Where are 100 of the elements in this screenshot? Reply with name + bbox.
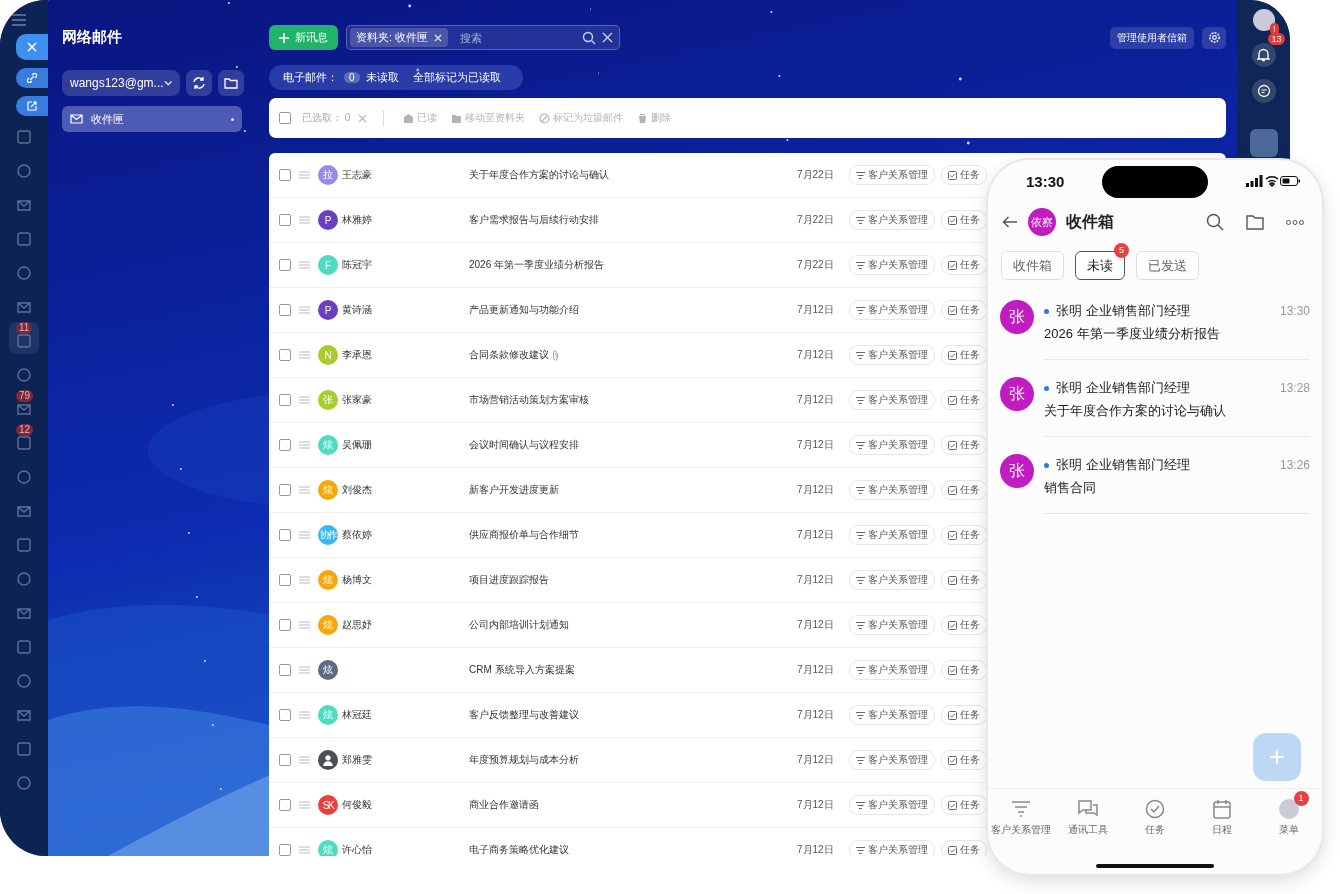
row-checkbox[interactable] [279, 619, 291, 631]
crm-tag[interactable]: 客户关系管理 [849, 570, 935, 590]
nav-item[interactable]: 11 [9, 322, 39, 354]
nav-item[interactable]: 79 [9, 390, 39, 422]
drag-handle-icon[interactable] [299, 531, 310, 539]
folder-icon[interactable] [1246, 214, 1264, 230]
task-tag[interactable]: 任务 [941, 165, 987, 185]
message-subject[interactable]: 客户需求报告与后续行动安排 [469, 213, 599, 227]
crm-tag[interactable]: 客户关系管理 [849, 480, 935, 500]
mark-all-read-link[interactable]: 全部标记为已读取 [412, 70, 509, 85]
refresh-button[interactable] [186, 70, 212, 96]
clear-icon[interactable] [602, 32, 613, 43]
drag-handle-icon[interactable] [299, 306, 310, 314]
crm-tag[interactable]: 客户关系管理 [849, 165, 935, 185]
crm-tag[interactable]: 客户关系管理 [849, 345, 935, 365]
drag-handle-icon[interactable] [299, 756, 310, 764]
row-checkbox[interactable] [279, 439, 291, 451]
row-checkbox[interactable] [279, 259, 291, 271]
tab-bar-item[interactable]: 1 菜单 [1255, 789, 1322, 851]
row-checkbox[interactable] [279, 169, 291, 181]
crm-tag[interactable]: 客户关系管理 [849, 840, 935, 856]
message-subject[interactable]: 市场营销活动策划方案审核 [469, 393, 589, 407]
drag-handle-icon[interactable] [299, 216, 310, 224]
row-checkbox[interactable] [279, 304, 291, 316]
crm-tag[interactable]: 客户关系管理 [849, 300, 935, 320]
drag-handle-icon[interactable] [299, 396, 310, 404]
manage-mailbox-button[interactable]: 管理使用者信箱 [1110, 26, 1194, 49]
settings-button[interactable] [1202, 26, 1226, 49]
user-avatar[interactable] [1252, 9, 1275, 31]
more-icon[interactable] [1286, 219, 1304, 225]
drag-handle-icon[interactable] [299, 666, 310, 674]
message-subject[interactable]: 销售合同 [1044, 479, 1310, 497]
inbox-folder[interactable]: 收件匣 [62, 106, 242, 132]
message-subject[interactable]: 客户反馈整理与改善建议 [469, 708, 579, 722]
crm-tag[interactable]: 客户关系管理 [849, 795, 935, 815]
tab-bar-item[interactable]: 通讯工具 [1054, 789, 1122, 851]
tab-bar-item[interactable]: 日程 [1188, 789, 1256, 851]
drag-handle-icon[interactable] [299, 441, 310, 449]
row-checkbox[interactable] [279, 799, 291, 811]
row-checkbox[interactable] [279, 664, 291, 676]
drag-handle-icon[interactable] [299, 711, 310, 719]
folder-filter-chip[interactable]: 资料夹: 收件匣 [350, 28, 449, 47]
task-tag[interactable]: 任务 [941, 840, 987, 856]
crm-tag[interactable]: 客户关系管理 [849, 255, 935, 275]
filter-tab[interactable]: 收件箱 [1001, 251, 1064, 280]
select-all-checkbox[interactable] [279, 112, 291, 124]
link-button[interactable] [16, 68, 48, 88]
crm-tag[interactable]: 客户关系管理 [849, 615, 935, 635]
row-checkbox[interactable] [279, 754, 291, 766]
close-icon[interactable] [434, 33, 443, 42]
message-subject[interactable]: 会议时间确认与议程安排 [469, 438, 579, 452]
drag-handle-icon[interactable] [299, 351, 310, 359]
account-avatar[interactable]: 依察 [1028, 208, 1056, 236]
chat-button[interactable] [1251, 79, 1276, 103]
message-subject[interactable]: 关于年度合作方案的讨论与确认 [469, 168, 609, 182]
search-icon[interactable] [582, 30, 596, 45]
drag-handle-icon[interactable] [299, 171, 310, 179]
message-subject[interactable]: 合同条款修改建议 [469, 348, 549, 362]
drag-handle-icon[interactable] [299, 801, 310, 809]
message-subject[interactable]: 新客户开发进度更新 [469, 483, 559, 497]
message-subject[interactable]: 电子商务策略优化建议 [469, 843, 569, 856]
drag-handle-icon[interactable] [299, 846, 310, 854]
external-link-button[interactable] [16, 96, 48, 116]
message-subject[interactable]: 产品更新通知与功能介绍 [469, 303, 579, 317]
search-field[interactable]: 资料夹: 收件匣 搜索 [346, 25, 620, 50]
row-checkbox[interactable] [279, 529, 291, 541]
row-checkbox[interactable] [279, 484, 291, 496]
search-icon[interactable] [1206, 213, 1224, 231]
drag-handle-icon[interactable] [299, 261, 310, 269]
message-subject[interactable]: 项目进度跟踪报告 [469, 573, 549, 587]
contact-avatar[interactable] [1249, 129, 1278, 157]
close-button[interactable] [16, 34, 48, 60]
row-checkbox[interactable] [279, 709, 291, 721]
message-subject[interactable]: 年度预算规划与成本分析 [469, 753, 579, 767]
message-subject[interactable]: 供应商报价单与合作细节 [469, 528, 579, 542]
account-dropdown[interactable]: wangs123@gm... [62, 70, 180, 96]
row-checkbox[interactable] [279, 574, 291, 586]
crm-tag[interactable]: 客户关系管理 [849, 210, 935, 230]
menu-icon[interactable] [12, 14, 26, 26]
back-icon[interactable] [1002, 216, 1018, 228]
row-checkbox[interactable] [279, 214, 291, 226]
notifications-button[interactable] [1251, 43, 1276, 67]
drag-handle-icon[interactable] [299, 621, 310, 629]
tab-bar-item[interactable]: 客户关系管理 [988, 789, 1055, 851]
row-checkbox[interactable] [279, 394, 291, 406]
tab-bar-item[interactable]: 任务 [1121, 789, 1189, 851]
clear-selection-icon[interactable] [358, 113, 368, 123]
message-subject[interactable]: 商业合作邀请函 [469, 798, 539, 812]
message-subject[interactable]: CRM 系统导入方案提案 [469, 663, 575, 677]
crm-tag[interactable]: 客户关系管理 [849, 705, 935, 725]
nav-item[interactable]: 12 [9, 424, 39, 456]
message-subject[interactable]: 2026 年第一季度业绩分析报告 [1044, 325, 1310, 343]
crm-tag[interactable]: 客户关系管理 [849, 390, 935, 410]
message-subject[interactable]: 公司内部培训计划通知 [469, 618, 569, 632]
message-subject[interactable]: 关于年度合作方案的讨论与确认 [1044, 402, 1310, 420]
filter-tab[interactable]: 已发送 [1136, 251, 1199, 280]
crm-tag[interactable]: 客户关系管理 [849, 435, 935, 455]
drag-handle-icon[interactable] [299, 486, 310, 494]
row-checkbox[interactable] [279, 844, 291, 856]
crm-tag[interactable]: 客户关系管理 [849, 750, 935, 770]
